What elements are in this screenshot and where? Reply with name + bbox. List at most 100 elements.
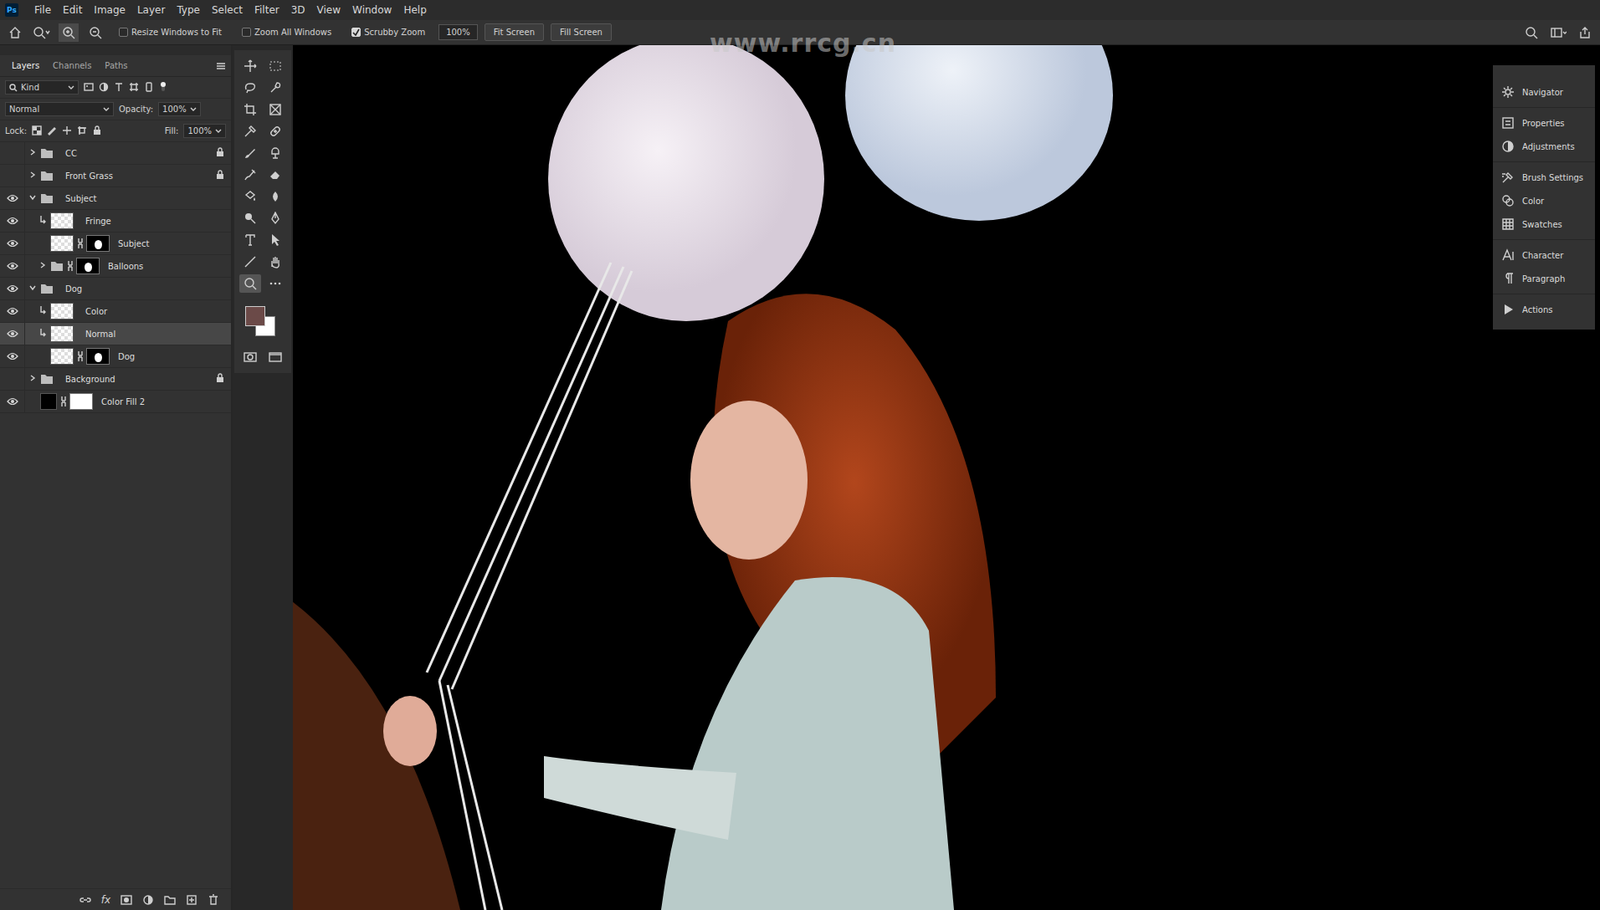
link-layers-icon[interactable] (79, 896, 92, 905)
button-label[interactable]: Fill Screen (559, 27, 603, 37)
visibility-toggle[interactable] (0, 390, 26, 413)
checkbox[interactable] (118, 27, 129, 37)
layer-row[interactable]: Fringe (0, 210, 231, 233)
filter-dropdown[interactable]: Kind (5, 80, 79, 95)
menu-item[interactable]: Type (170, 4, 206, 16)
tool-button[interactable] (239, 209, 262, 228)
panel-shortcut[interactable]: Navigator (1492, 80, 1595, 104)
panel-shortcut[interactable]: Actions (1492, 297, 1595, 322)
panel-label[interactable]: Actions (1522, 305, 1554, 315)
fx-button[interactable]: fx (101, 894, 111, 907)
layer-row[interactable]: Subject (0, 187, 231, 211)
panel-label[interactable]: Adjustments (1522, 142, 1575, 152)
menu-item[interactable]: Edit (56, 4, 88, 16)
tool-button[interactable] (239, 78, 262, 98)
layer-name[interactable]: Front Grass (65, 171, 113, 181)
layer-name[interactable]: Dog (117, 352, 135, 362)
layer-row[interactable]: CC (0, 142, 231, 165)
expand-toggle[interactable] (28, 374, 37, 385)
visibility-toggle[interactable] (0, 210, 26, 232)
menu-item[interactable]: File (28, 4, 57, 16)
panel-tab[interactable]: Channels (46, 61, 98, 71)
checkbox[interactable] (241, 27, 252, 37)
menu-item[interactable]: View (311, 4, 347, 16)
layer-name[interactable]: Subject (65, 194, 97, 204)
search-button[interactable] (1521, 23, 1542, 42)
fill-field[interactable]: 100% (183, 123, 226, 139)
visibility-toggle[interactable] (0, 368, 26, 390)
panel-shortcut[interactable]: Properties (1492, 111, 1595, 135)
layer-row[interactable]: Color (0, 300, 231, 324)
filter-button[interactable] (143, 82, 154, 94)
option-button[interactable]: Fit Screen (484, 23, 544, 42)
layer-name[interactable]: Color Fill 2 (101, 397, 145, 407)
expand-toggle[interactable] (28, 170, 37, 182)
visibility-toggle[interactable] (0, 232, 26, 255)
app-logo[interactable]: Ps (5, 3, 19, 17)
layer-name[interactable]: Background (65, 374, 116, 385)
panel-shortcut[interactable]: Color (1492, 189, 1595, 213)
checkbox-label[interactable]: Zoom All Windows (254, 27, 332, 37)
panel-label[interactable]: Brush Settings (1522, 173, 1584, 183)
zoom-preset[interactable] (31, 23, 52, 42)
tool-button[interactable] (264, 100, 287, 119)
panel-tab[interactable]: Paths (97, 61, 134, 71)
lock-button[interactable] (92, 125, 103, 138)
tool-button[interactable] (264, 274, 287, 293)
layer-name[interactable]: Dog (65, 284, 83, 294)
expand-toggle[interactable] (28, 193, 37, 205)
layer-row[interactable]: Color Fill 2 (0, 390, 231, 414)
tool-button[interactable] (239, 252, 262, 272)
expand-toggle[interactable] (28, 148, 37, 159)
tool-button[interactable] (264, 252, 287, 272)
lock-button[interactable] (46, 125, 57, 138)
visibility-toggle[interactable] (0, 323, 26, 345)
menu-item[interactable]: 3D (285, 4, 312, 16)
panel-label[interactable]: Swatches (1522, 220, 1563, 230)
panel-label[interactable]: Character (1522, 251, 1564, 261)
option-button[interactable]: Fill Screen (550, 23, 612, 42)
visibility-toggle[interactable] (0, 164, 26, 187)
new-group-icon[interactable] (164, 894, 176, 907)
tool-button[interactable] (239, 56, 262, 76)
zoom-field[interactable]: 100% (438, 24, 478, 41)
filter-toggle[interactable] (158, 82, 168, 94)
filter-button[interactable] (83, 82, 94, 94)
panel-shortcut[interactable]: Paragraph (1492, 266, 1595, 291)
quick-mask-button[interactable] (239, 348, 262, 367)
zoom-value[interactable]: 100% (446, 27, 471, 37)
tool-button[interactable] (264, 78, 287, 98)
panel-label[interactable]: Navigator (1522, 87, 1564, 98)
opacity-value[interactable]: 100% (162, 104, 187, 114)
panel-label[interactable]: Paragraph (1522, 274, 1565, 284)
tool-button[interactable] (239, 230, 262, 250)
filter-button[interactable] (128, 82, 139, 94)
panel-label[interactable]: Properties (1522, 118, 1565, 129)
checkbox[interactable] (351, 27, 361, 37)
tool-button[interactable] (239, 187, 262, 206)
layer-row[interactable]: Front Grass (0, 164, 231, 188)
visibility-toggle[interactable] (0, 277, 26, 300)
add-mask-icon[interactable] (120, 894, 133, 907)
menu-item[interactable]: Image (87, 4, 132, 16)
checkbox-label[interactable]: Scrubby Zoom (364, 27, 426, 37)
blend-mode-dropdown[interactable]: Normal (5, 102, 114, 117)
workspace-button[interactable] (1548, 23, 1569, 42)
layer-name[interactable]: Fringe (85, 216, 112, 226)
tool-button[interactable] (264, 56, 287, 76)
tool-button[interactable] (264, 209, 287, 228)
visibility-toggle[interactable] (0, 345, 26, 368)
screen-mode-button[interactable] (264, 348, 287, 367)
filter-button[interactable] (113, 82, 124, 94)
layer-row[interactable]: Normal (0, 323, 231, 346)
panel-tab[interactable]: Layers (5, 61, 47, 71)
tool-button[interactable] (264, 230, 287, 250)
tool-button[interactable] (239, 143, 262, 163)
filter-button[interactable] (98, 82, 109, 94)
visibility-toggle[interactable] (0, 187, 26, 210)
lock-button[interactable] (61, 125, 72, 138)
share-button[interactable] (1574, 23, 1595, 42)
menu-item[interactable]: Help (397, 4, 432, 16)
menu-item[interactable]: Filter (248, 4, 286, 16)
opacity-field[interactable]: 100% (158, 102, 201, 117)
